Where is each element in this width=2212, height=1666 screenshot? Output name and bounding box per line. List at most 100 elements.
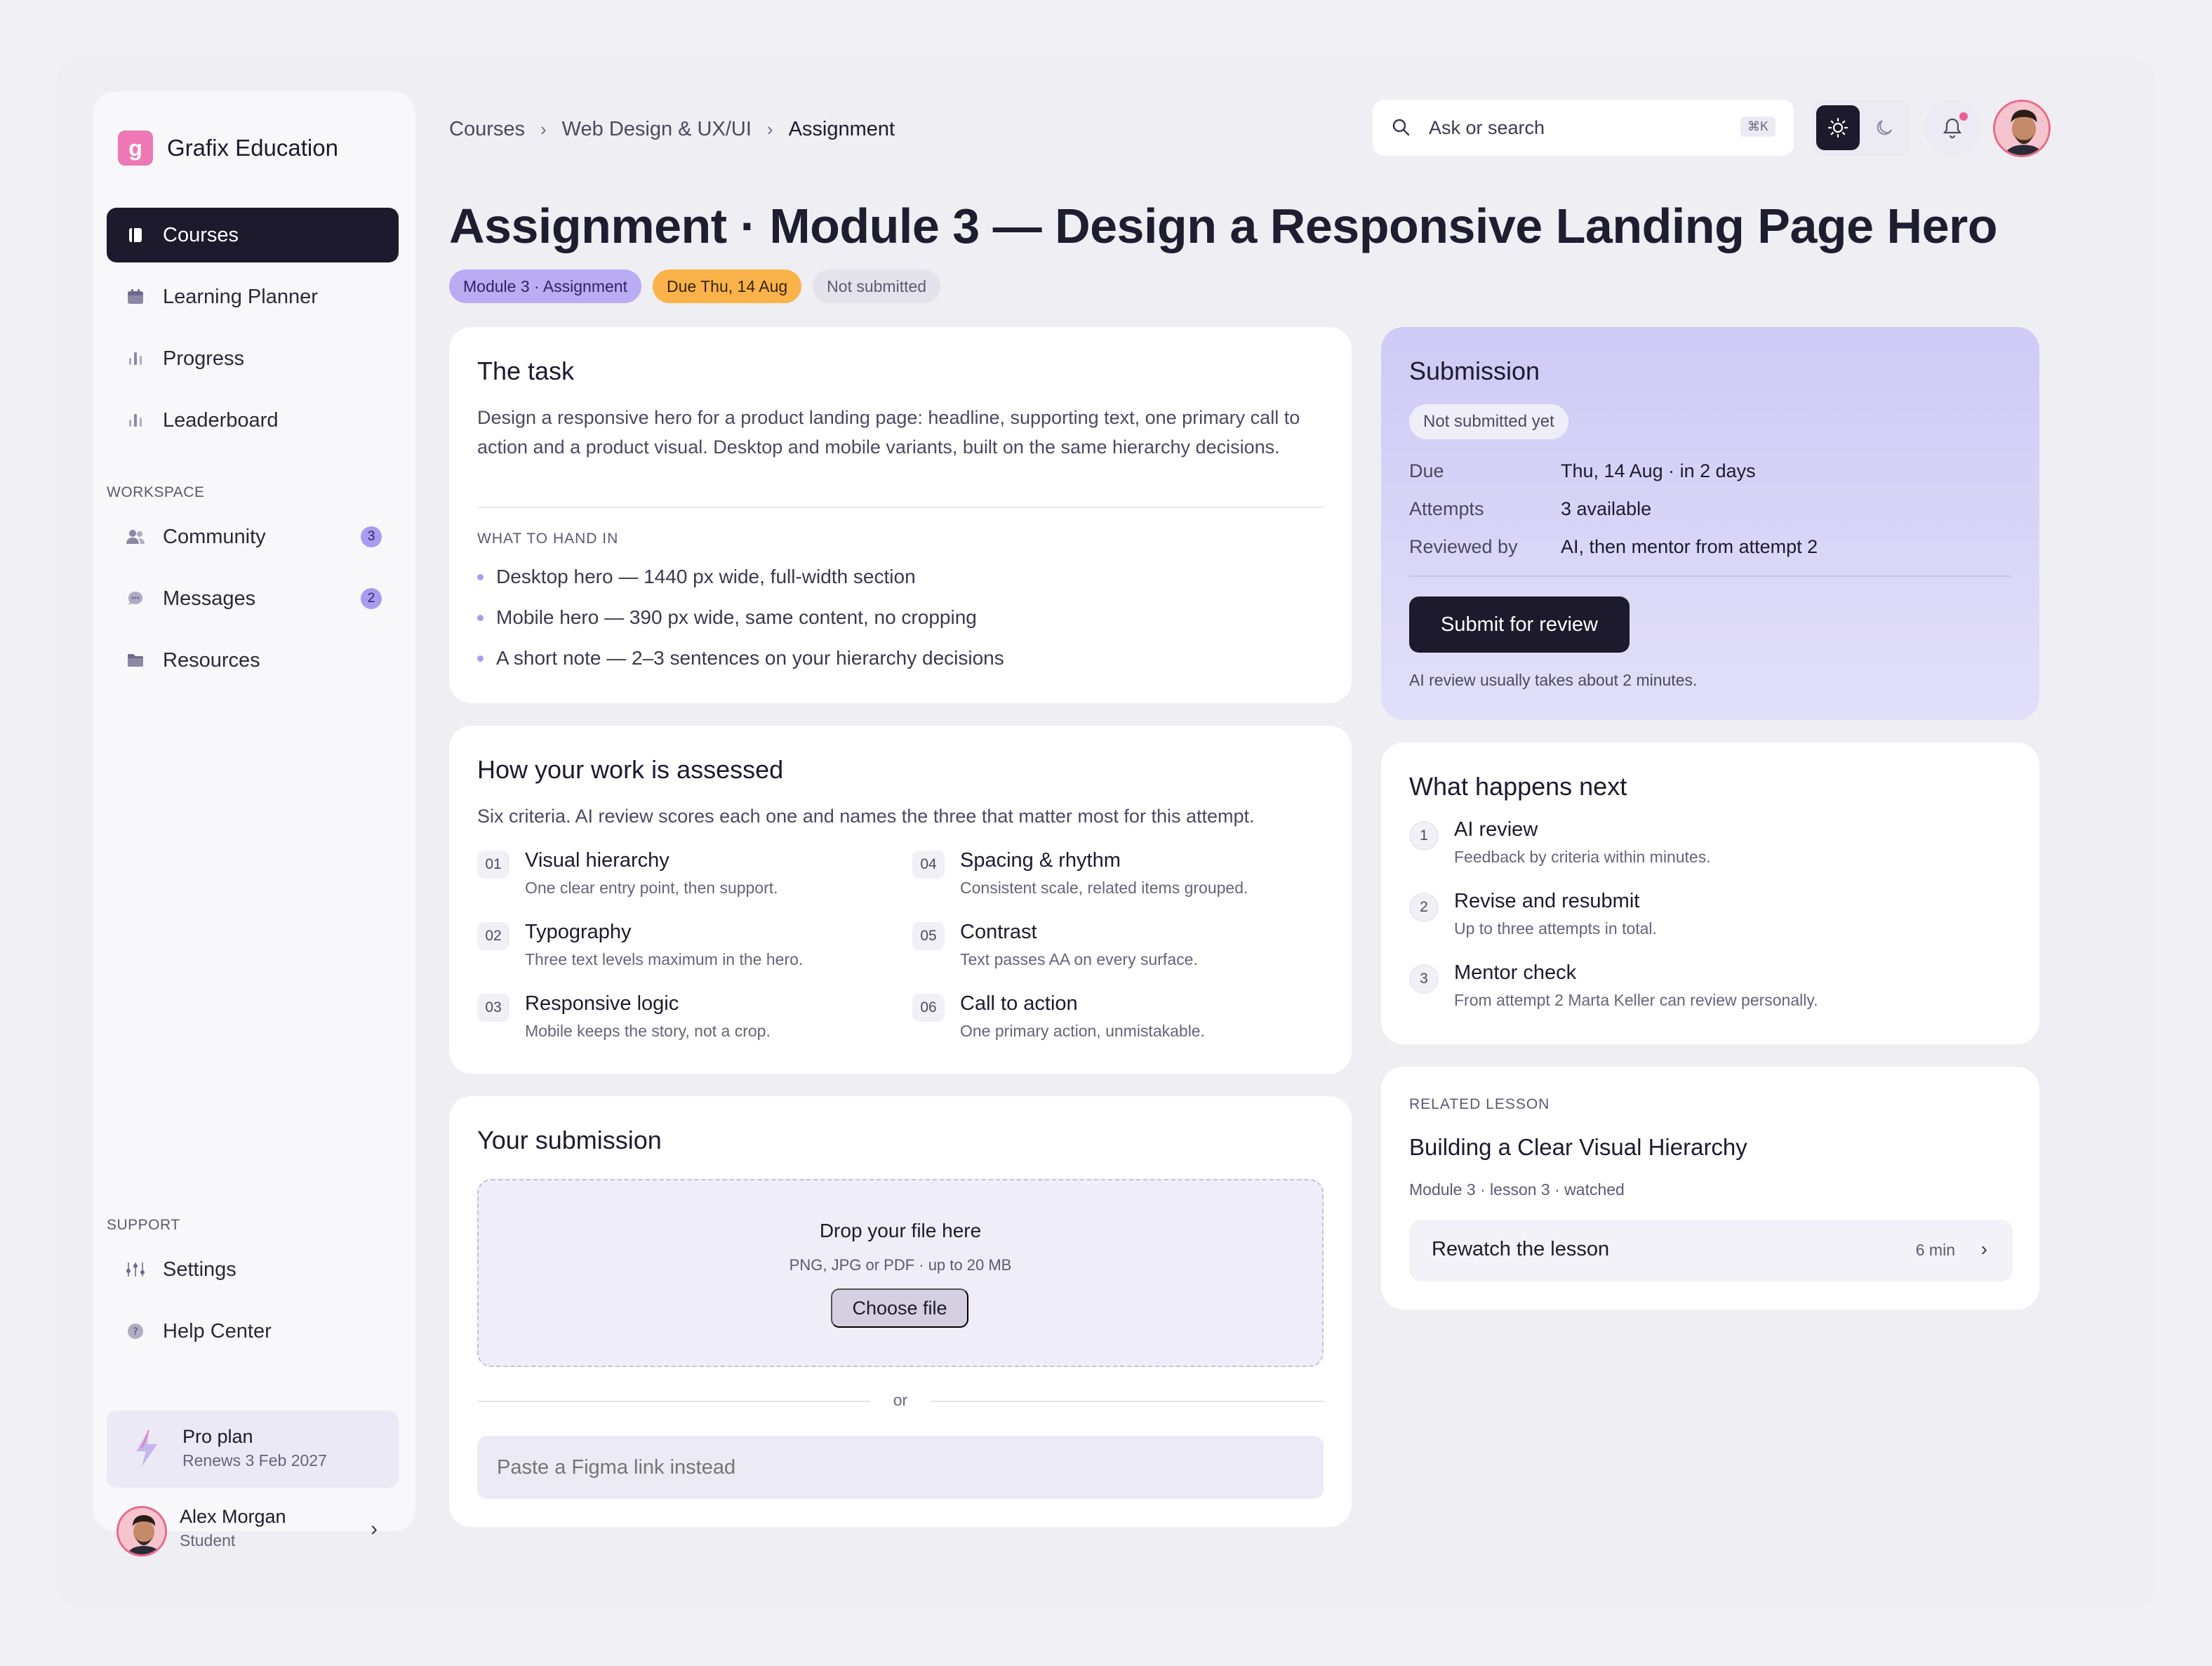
step-number: 2 xyxy=(1409,893,1439,922)
chevron-right-icon: › xyxy=(766,119,773,140)
sun-icon xyxy=(1827,117,1848,138)
criterion-item: 06 Call to action One primary action, un… xyxy=(912,992,1333,1057)
step-title: Revise and resubmit xyxy=(1454,890,1640,912)
reviewed-by-value: AI, then mentor from attempt 2 xyxy=(1561,536,1818,557)
notifications-button[interactable] xyxy=(1924,100,1980,156)
breadcrumb-current: Assignment xyxy=(788,118,895,140)
list-item: Desktop hero — 1440 px wide, full-width … xyxy=(477,566,916,588)
user-name: Alex Morgan xyxy=(180,1506,286,1527)
brand-name: Grafix Education xyxy=(167,135,338,161)
drop-file-types: PNG, JPG or PDF · up to 20 MB xyxy=(789,1256,1012,1274)
breadcrumb-course[interactable]: Web Design & UX/UI xyxy=(562,118,752,141)
rewatch-lesson-button[interactable]: Rewatch the lesson 6 min › xyxy=(1409,1220,2013,1281)
workspace-section-label: WORKSPACE xyxy=(107,484,205,500)
user-profile[interactable]: Alex Morgan Student › xyxy=(107,1502,399,1561)
criterion-title: Contrast xyxy=(960,921,1037,943)
file-dropzone[interactable]: Drop your file here PNG, JPG or PDF · up… xyxy=(477,1179,1324,1367)
hand-in-label: WHAT TO HAND IN xyxy=(477,531,619,547)
sidebar-item-leaderboard[interactable]: Leaderboard xyxy=(107,393,399,448)
criterion-description: One primary action, unmistakable. xyxy=(960,1022,1205,1040)
sidebar-item-learning-planner[interactable]: Learning Planner xyxy=(107,269,399,324)
step-description: Up to three attempts in total. xyxy=(1454,919,1657,938)
search-bar[interactable]: Ask or search ⌘K xyxy=(1373,100,1794,156)
step-number: 1 xyxy=(1409,821,1439,851)
bullet-dot xyxy=(477,655,484,662)
drop-title: Drop your file here xyxy=(819,1220,982,1241)
bullet-dot xyxy=(477,573,484,580)
criterion-title: Visual hierarchy xyxy=(525,849,669,872)
bell-icon xyxy=(1943,118,1962,139)
sidebar: g Grafix Education Courses Learning Plan… xyxy=(93,91,415,1557)
criterion-title: Responsive logic xyxy=(525,992,679,1015)
search-input[interactable]: Ask or search xyxy=(1429,117,1545,139)
your-submission-card: Your submission Drop your file here PNG,… xyxy=(449,1096,1352,1527)
next-steps-heading: What happens next xyxy=(1409,772,1627,801)
lesson-duration: 6 min xyxy=(1915,1241,1955,1259)
theme-toggle xyxy=(1812,100,1910,156)
criterion-description: Text passes AA on every surface. xyxy=(960,950,1198,968)
user-avatar-button[interactable] xyxy=(1993,100,2051,157)
sidebar-item-label: Help Center xyxy=(163,1319,272,1342)
step-number: 3 xyxy=(1409,964,1439,994)
divider xyxy=(477,507,1324,508)
divider xyxy=(931,1401,1324,1402)
criterion-description: Three text levels maximum in the hero. xyxy=(525,950,804,968)
assessment-heading: How your work is assessed xyxy=(477,755,784,784)
criterion-description: One clear entry point, then support. xyxy=(525,879,778,897)
next-steps-card: What happens next 1 AI review Feedback b… xyxy=(1381,742,2039,1044)
sidebar-item-resources[interactable]: Resources xyxy=(107,633,399,688)
sidebar-item-settings[interactable]: Settings xyxy=(107,1242,399,1297)
help-icon: ? xyxy=(125,1321,146,1342)
submit-for-review-button[interactable]: Submit for review xyxy=(1409,597,1630,653)
lightning-icon xyxy=(132,1429,160,1472)
figma-link-input[interactable] xyxy=(477,1436,1324,1499)
app-window: g Grafix Education Courses Learning Plan… xyxy=(56,56,2156,1610)
notification-count-badge: 3 xyxy=(361,526,382,547)
sidebar-item-messages[interactable]: Messages 2 xyxy=(107,571,399,626)
chevron-right-icon: › xyxy=(1980,1238,1987,1260)
plan-renewal: Renews 3 Feb 2027 xyxy=(182,1451,327,1470)
sidebar-item-label: Messages xyxy=(163,587,256,610)
plan-title: Pro plan xyxy=(182,1426,253,1447)
reviewed-by-label: Reviewed by xyxy=(1409,536,1518,557)
lesson-title[interactable]: Building a Clear Visual Hierarchy xyxy=(1409,1134,1747,1161)
breadcrumb-courses[interactable]: Courses xyxy=(449,118,525,141)
chevron-right-icon: › xyxy=(540,119,547,140)
dark-mode-button[interactable] xyxy=(1863,105,1906,150)
criterion-title: Typography xyxy=(525,921,632,943)
criterion-item: 01 Visual hierarchy One clear entry poin… xyxy=(477,849,898,914)
page-title: Assignment · Module 3 — Design a Respons… xyxy=(449,199,1998,253)
book-icon xyxy=(125,225,146,246)
sidebar-item-label: Leaderboard xyxy=(163,408,279,432)
chat-icon xyxy=(125,588,146,609)
assessment-intro: Six criteria. AI review scores each one … xyxy=(477,806,1255,827)
criterion-number: 03 xyxy=(477,994,509,1022)
list-item-text: Desktop hero — 1440 px wide, full-width … xyxy=(496,566,916,587)
submission-heading: Submission xyxy=(1409,356,1540,385)
list-item: 1 AI review Feedback by criteria within … xyxy=(1409,818,2013,884)
step-description: Feedback by criteria within minutes. xyxy=(1454,848,1711,866)
task-heading: The task xyxy=(477,356,575,385)
brand[interactable]: g Grafix Education xyxy=(118,131,338,166)
sidebar-item-progress[interactable]: Progress xyxy=(107,331,399,386)
sliders-icon xyxy=(125,1259,146,1280)
sidebar-item-community[interactable]: Community 3 xyxy=(107,509,399,564)
light-mode-button[interactable] xyxy=(1816,105,1860,150)
status-chips: Module 3 · Assignment Due Thu, 14 Aug No… xyxy=(449,269,941,303)
criterion-title: Spacing & rhythm xyxy=(960,849,1121,872)
avatar xyxy=(116,1506,167,1557)
list-item: A short note — 2–3 sentences on your hie… xyxy=(477,647,1004,669)
criterion-number: 01 xyxy=(477,851,509,879)
criterion-item: 02 Typography Three text levels maximum … xyxy=(477,921,898,985)
criterion-title: Call to action xyxy=(960,992,1078,1015)
rewatch-label: Rewatch the lesson xyxy=(1432,1238,1610,1260)
pro-plan-card[interactable]: Pro plan Renews 3 Feb 2027 xyxy=(107,1411,399,1488)
choose-file-button[interactable]: Choose file xyxy=(831,1288,968,1328)
divider xyxy=(1409,575,2011,577)
task-description: Design a responsive hero for a product l… xyxy=(477,407,1300,458)
sidebar-item-label: Courses xyxy=(163,223,239,246)
svg-text:?: ? xyxy=(133,1326,138,1338)
sidebar-item-label: Community xyxy=(163,525,266,548)
sidebar-item-help-center[interactable]: ? Help Center xyxy=(107,1304,399,1359)
sidebar-item-courses[interactable]: Courses xyxy=(107,208,399,262)
